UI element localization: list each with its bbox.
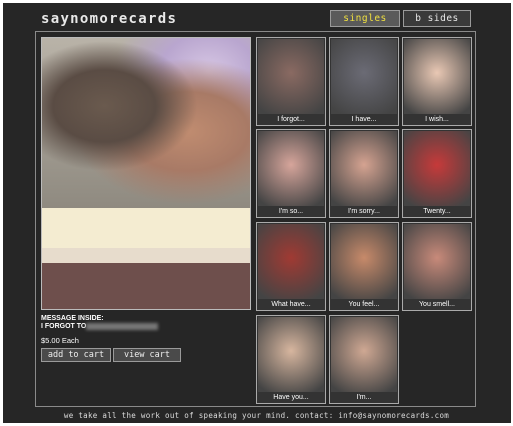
thumbnail-image (258, 317, 324, 392)
view-cart-button[interactable]: view cart (113, 348, 181, 362)
site-logo[interactable]: saynomorecards (41, 11, 177, 27)
card-thumbnail[interactable]: Twenty... (402, 129, 472, 218)
card-thumbnail[interactable]: You feel... (329, 222, 399, 311)
thumbnail-image (331, 131, 397, 206)
card-thumbnail[interactable]: I have... (329, 37, 399, 126)
message-inside-title: MESSAGE INSIDE: (41, 315, 104, 322)
thumbnail-caption: I have... (351, 116, 377, 123)
thumbnail-caption: I'm so... (278, 208, 304, 215)
tab-singles[interactable]: singles (330, 10, 400, 27)
thumbnail-caption: Twenty... (423, 208, 451, 215)
thumbnail-caption: What have... (271, 301, 311, 308)
footer-tagline: we take all the work out of speaking you… (63, 411, 450, 420)
thumbnail-image (258, 131, 324, 206)
card-thumbnail[interactable]: I forgot... (256, 37, 326, 126)
message-inside-text: I FORGOT TO (41, 323, 87, 330)
thumbnail-caption: You smell... (419, 301, 455, 308)
thumbnail-image (404, 39, 470, 114)
thumbnail-image (258, 224, 324, 299)
thumbnail-caption: I wish... (425, 116, 449, 123)
card-thumbnail[interactable]: You smell... (402, 222, 472, 311)
thumbnail-caption: I'm... (356, 394, 372, 401)
card-thumbnail[interactable]: I'm... (329, 315, 399, 404)
tab-b-sides[interactable]: b sides (403, 10, 471, 27)
thumbnail-image (404, 224, 470, 299)
card-thumbnail[interactable]: Have you... (256, 315, 326, 404)
thumbnail-caption: Have you... (273, 394, 309, 401)
card-stripe (42, 248, 250, 263)
thumbnail-image (404, 131, 470, 206)
thumbnail-caption: I forgot... (277, 116, 305, 123)
card-thumbnail[interactable]: I'm sorry... (329, 129, 399, 218)
thumbnail-image (258, 39, 324, 114)
card-photo (42, 38, 250, 208)
thumbnail-caption: You feel... (348, 301, 380, 308)
thumbnail-image (331, 39, 397, 114)
thumbnail-image (331, 224, 397, 299)
thumbnail-image (331, 317, 397, 392)
card-thumbnail[interactable]: I wish... (402, 37, 472, 126)
card-stripe (42, 263, 250, 309)
main-card-image (41, 37, 251, 310)
blurred-message-text (86, 323, 158, 330)
card-stripe (42, 208, 250, 248)
add-to-cart-button[interactable]: add to cart (41, 348, 111, 362)
card-thumbnail[interactable]: What have... (256, 222, 326, 311)
card-thumbnail[interactable]: I'm so... (256, 129, 326, 218)
price-label: $5.00 Each (41, 336, 79, 345)
thumbnail-caption: I'm sorry... (348, 208, 380, 215)
